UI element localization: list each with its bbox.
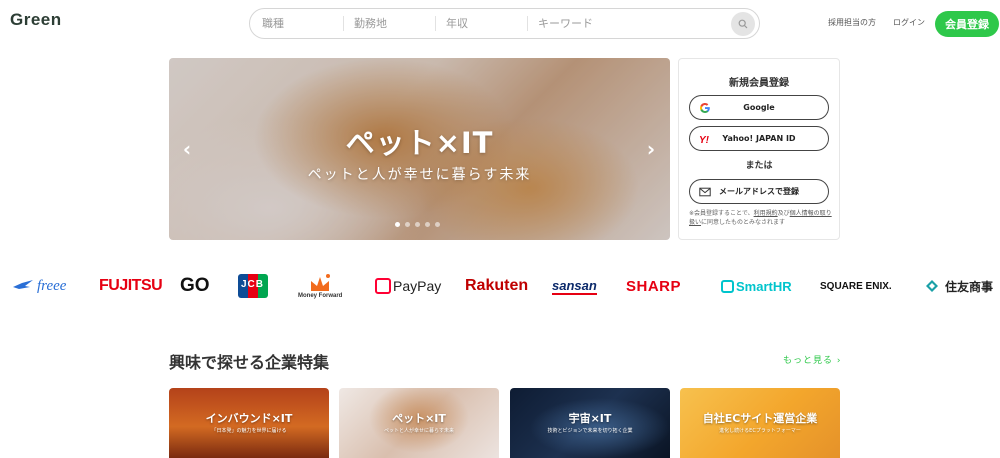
sumitomo-text: 住友商事 <box>945 279 994 294</box>
feature-card-space[interactable]: 宇宙×IT 技術とビジョンで未来を切り拓く企業 <box>510 388 670 458</box>
jcb-text: JCB <box>241 279 265 290</box>
freee-bird-icon <box>13 280 33 289</box>
feature-card-inbound[interactable]: インバウンド×IT 「日本発」の魅力を世界に届ける <box>169 388 329 458</box>
sumitomo-logo[interactable]: 住友商事 <box>925 266 993 306</box>
paypay-logo[interactable]: PayPay <box>375 266 441 306</box>
carousel-dots <box>395 222 440 227</box>
feature-card-subtitle: 「日本発」の魅力を世界に届ける <box>211 428 287 434</box>
register-title: 新規会員登録 <box>729 78 789 89</box>
site-header: Green 職種 勤務地 年収 採用担当の方 ログイン 会員登録 <box>0 0 1000 46</box>
freee-logo[interactable]: freee <box>12 266 66 306</box>
freee-text: freee <box>37 277 67 294</box>
smarthr-icon <box>721 279 734 293</box>
email-signup-label: メールアドレスで登録 <box>719 187 799 196</box>
go-logo[interactable]: GO <box>180 266 210 306</box>
chevron-left-icon[interactable]: ‹ <box>179 139 195 159</box>
features-title: 興味で探せる企業特集 <box>169 353 330 372</box>
sharp-text: SHARP <box>626 277 682 295</box>
salary-select[interactable]: 年収 <box>436 16 528 31</box>
square-enix-logo[interactable]: SQUARE ENIX. <box>820 266 892 306</box>
search-button[interactable] <box>731 11 755 36</box>
email-signup-button[interactable]: メールアドレスで登録 <box>689 179 829 204</box>
money-forward-icon <box>311 274 331 291</box>
mail-icon <box>699 187 711 197</box>
feature-card-subtitle: 技術とビジョンで未来を切り拓く企業 <box>547 428 633 434</box>
sharp-logo[interactable]: SHARP <box>626 266 681 306</box>
location-select[interactable]: 勤務地 <box>344 16 436 31</box>
terms-link[interactable]: 利用規約 <box>754 210 778 217</box>
sansan-text: sansan <box>552 277 597 295</box>
feature-card-title: ペット×IT <box>392 412 446 425</box>
rakuten-text: Rakuten <box>465 277 529 294</box>
recruiter-link[interactable]: 採用担当の方 <box>828 17 876 28</box>
google-signup-label: Google <box>743 103 775 112</box>
paypay-text: PayPay <box>393 278 442 294</box>
fujitsu-text: FUJITSU <box>99 277 163 294</box>
feature-card-pet[interactable]: ペット×IT ペットと人が幸せに暮らす未来 <box>339 388 499 458</box>
chevron-right-icon: › <box>836 356 842 366</box>
yahoo-icon: Y! <box>699 135 710 145</box>
hero-subtitle: ペットと人が幸せに暮らす未来 <box>307 167 532 183</box>
rakuten-logo[interactable]: Rakuten <box>465 266 528 306</box>
go-text: GO <box>180 275 210 296</box>
carousel-dot[interactable] <box>405 222 410 227</box>
login-link[interactable]: ログイン <box>893 17 925 28</box>
company-logos: freee FUJITSU GO JCB Money Forward PayPa… <box>0 266 1000 306</box>
carousel-dot[interactable] <box>425 222 430 227</box>
money-forward-logo[interactable]: Money Forward <box>298 266 342 306</box>
sansan-logo[interactable]: sansan <box>552 266 597 306</box>
register-panel: 新規会員登録 Google Y! Yahoo! JAPAN ID または メール… <box>678 58 840 240</box>
hero-carousel[interactable]: ペット×IT ペットと人が幸せに暮らす未来 ‹ › <box>169 58 670 240</box>
google-signup-button[interactable]: Google <box>689 95 829 120</box>
more-link[interactable]: もっと見る › <box>783 353 842 366</box>
money-forward-text: Money Forward <box>298 293 343 299</box>
register-note: ※会員登録することで、利用規約及び個人情報の取り扱いに同意したものとみなされます <box>689 209 834 227</box>
feature-card-ec[interactable]: 自社ECサイト運営企業 進化し続けるECプラットフォーマー <box>680 388 840 458</box>
search-icon <box>738 19 748 28</box>
or-divider: または <box>745 161 773 171</box>
feature-card-title: 宇宙×IT <box>568 412 612 425</box>
note-suffix: に同意したものとみなされます <box>701 219 786 226</box>
hero-title: ペット×IT <box>345 126 494 160</box>
carousel-dot[interactable] <box>395 222 400 227</box>
smarthr-text: SmartHR <box>736 278 792 294</box>
feature-card-subtitle: 進化し続けるECプラットフォーマー <box>719 428 801 434</box>
fujitsu-logo[interactable]: FUJITSU <box>99 266 163 306</box>
search-bar: 職種 勤務地 年収 <box>249 8 760 39</box>
green-logo[interactable]: Green <box>10 10 62 30</box>
carousel-dot[interactable] <box>415 222 420 227</box>
keyword-input[interactable] <box>528 17 731 30</box>
smarthr-logo[interactable]: SmartHR <box>721 266 792 306</box>
carousel-dot[interactable] <box>435 222 440 227</box>
svg-text:Y!: Y! <box>699 135 710 145</box>
signup-button[interactable]: 会員登録 <box>935 11 999 37</box>
note-and: 及び <box>777 210 790 217</box>
feature-card-title: 自社ECサイト運営企業 <box>702 412 818 425</box>
job-type-select[interactable]: 職種 <box>252 16 344 31</box>
sumitomo-icon <box>926 280 938 292</box>
feature-card-title: インバウンド×IT <box>205 412 293 425</box>
yahoo-signup-label: Yahoo! JAPAN ID <box>722 134 796 143</box>
paypay-icon <box>375 278 391 294</box>
chevron-right-icon[interactable]: › <box>643 139 659 159</box>
square-enix-text: SQUARE ENIX. <box>820 280 892 292</box>
feature-card-subtitle: ペットと人が幸せに暮らす未来 <box>384 428 454 434</box>
google-icon <box>700 103 710 113</box>
jcb-logo[interactable]: JCB <box>238 266 268 306</box>
yahoo-signup-button[interactable]: Y! Yahoo! JAPAN ID <box>689 126 829 151</box>
note-prefix: ※会員登録することで、 <box>689 210 754 217</box>
more-link-label: もっと見る <box>783 356 834 366</box>
